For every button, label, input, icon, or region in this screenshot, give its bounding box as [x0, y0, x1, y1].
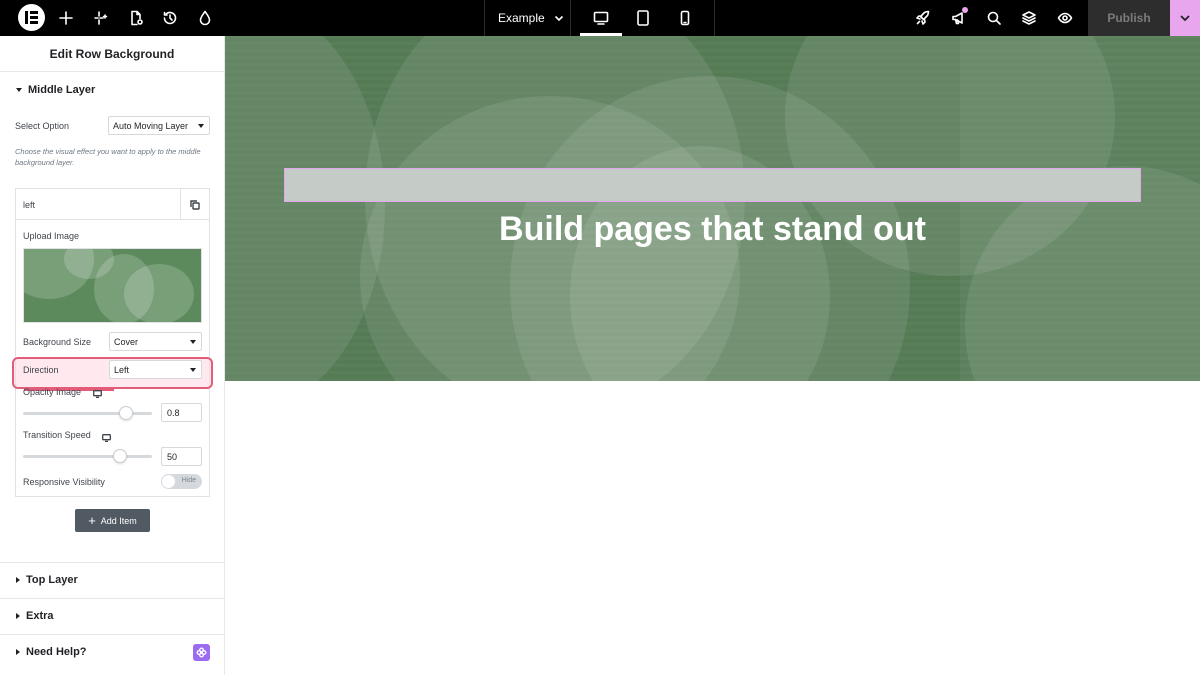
dropdown-arrow-icon [190, 340, 196, 344]
caret-right-icon [16, 577, 20, 583]
caret-right-icon [16, 613, 20, 619]
background-size-label: Background Size [23, 337, 92, 347]
section-middle-layer-label: Middle Layer [28, 84, 96, 96]
toolbar-separator [484, 0, 485, 36]
toolbar-separator [570, 0, 571, 36]
responsive-desktop-icon[interactable] [93, 387, 102, 399]
publish-options-button[interactable] [1170, 0, 1200, 36]
copy-icon [190, 199, 200, 210]
background-size-dropdown[interactable]: Cover [109, 332, 202, 351]
sparkle-icon [94, 11, 108, 25]
layers-icon [1022, 11, 1036, 25]
history-button[interactable] [161, 9, 179, 27]
direction-value: Left [114, 364, 130, 375]
hero-heading[interactable]: Build pages that stand out [225, 210, 1200, 249]
toggle-state-text: Hide [181, 477, 196, 484]
transition-speed-input[interactable]: 50 [161, 447, 202, 466]
mobile-icon [680, 10, 690, 26]
dropdown-arrow-icon [198, 124, 204, 128]
tablet-view-button[interactable] [634, 9, 652, 27]
dropdown-arrow-icon [190, 368, 196, 372]
opacity-image-label: Opacity Image [23, 387, 82, 397]
document-name-dropdown[interactable]: Example [498, 0, 565, 36]
opacity-slider[interactable] [23, 406, 152, 420]
plus-icon: + [88, 513, 96, 528]
section-middle-layer[interactable]: Middle Layer [0, 72, 225, 108]
opacity-input[interactable]: 0.8 [161, 403, 202, 422]
responsive-visibility-label: Responsive Visibility [23, 477, 105, 487]
mobile-view-button[interactable] [676, 9, 694, 27]
select-option-label: Select Option [15, 121, 70, 131]
eye-icon [1057, 12, 1073, 24]
add-item-label: Add Item [100, 515, 137, 526]
history-icon [163, 11, 177, 25]
duplicate-item-button[interactable] [180, 189, 209, 220]
upload-image-label: Upload Image [23, 231, 80, 241]
preview-canvas-section[interactable]: Build pages that stand out [225, 36, 1200, 381]
responsive-desktop-icon[interactable] [102, 431, 111, 443]
structure-button[interactable] [1020, 9, 1038, 27]
toggle-knob [162, 475, 175, 488]
select-option-dropdown[interactable]: Auto Moving Layer [108, 116, 210, 135]
caret-down-icon [16, 88, 22, 92]
transition-speed-label: Transition Speed [23, 430, 91, 440]
toolbar-separator [714, 0, 715, 36]
section-extra-label: Extra [26, 610, 54, 622]
help-flower-icon [196, 647, 207, 658]
section-extra[interactable]: Extra [0, 598, 225, 634]
direction-dropdown[interactable]: Left [109, 360, 202, 379]
notification-dot [962, 7, 968, 13]
ai-sparkle-button[interactable] [92, 9, 110, 27]
select-option-value: Auto Moving Layer [113, 120, 189, 131]
transition-speed-slider[interactable] [23, 449, 152, 463]
plus-icon [59, 11, 73, 25]
repeater-item-header[interactable]: left [16, 189, 209, 220]
thumb-bokeh [124, 264, 194, 322]
top-bar: Example Publish [0, 0, 1200, 36]
add-element-button[interactable] [57, 9, 75, 27]
rocket-icon [916, 10, 930, 25]
caret-right-icon [16, 649, 20, 655]
document-name: Example [498, 11, 545, 25]
responsive-visibility-toggle[interactable]: Hide [161, 474, 202, 489]
page-settings-icon [131, 10, 143, 26]
elementor-logo-button[interactable] [18, 4, 45, 31]
direction-label: Direction [23, 365, 59, 375]
transition-speed-slider-handle[interactable] [113, 449, 127, 463]
publish-button[interactable]: Publish [1088, 0, 1170, 36]
section-top-layer-label: Top Layer [26, 574, 78, 586]
finder-button[interactable] [985, 9, 1003, 27]
empty-widget-placeholder[interactable] [284, 168, 1141, 202]
tablet-icon [637, 10, 649, 26]
desktop-view-button[interactable] [592, 9, 610, 27]
section-top-layer[interactable]: Top Layer [0, 562, 225, 598]
upload-image-preview[interactable] [23, 248, 202, 323]
site-settings-button[interactable] [196, 9, 214, 27]
site-planner-button[interactable] [914, 9, 932, 27]
search-icon [987, 11, 1001, 25]
desktop-icon [593, 11, 609, 25]
background-size-value: Cover [114, 336, 139, 347]
add-item-button[interactable]: + Add Item [75, 509, 150, 532]
chevron-down-icon [1180, 15, 1190, 22]
help-assistant-button[interactable] [193, 644, 210, 661]
opacity-slider-handle[interactable] [119, 406, 133, 420]
section-need-help[interactable]: Need Help? [0, 634, 225, 670]
repeater-item-title: left [23, 200, 36, 210]
section-need-help-label: Need Help? [26, 646, 87, 658]
background-texture [225, 36, 1200, 381]
page-settings-button[interactable] [127, 9, 145, 27]
preview-button[interactable] [1056, 9, 1074, 27]
panel-title: Edit Row Background [0, 36, 224, 72]
select-option-help-text: Choose the visual effect you want to app… [15, 147, 201, 168]
elementor-logo-icon [25, 11, 38, 24]
drop-icon [199, 10, 211, 26]
chevron-down-icon [554, 15, 563, 22]
